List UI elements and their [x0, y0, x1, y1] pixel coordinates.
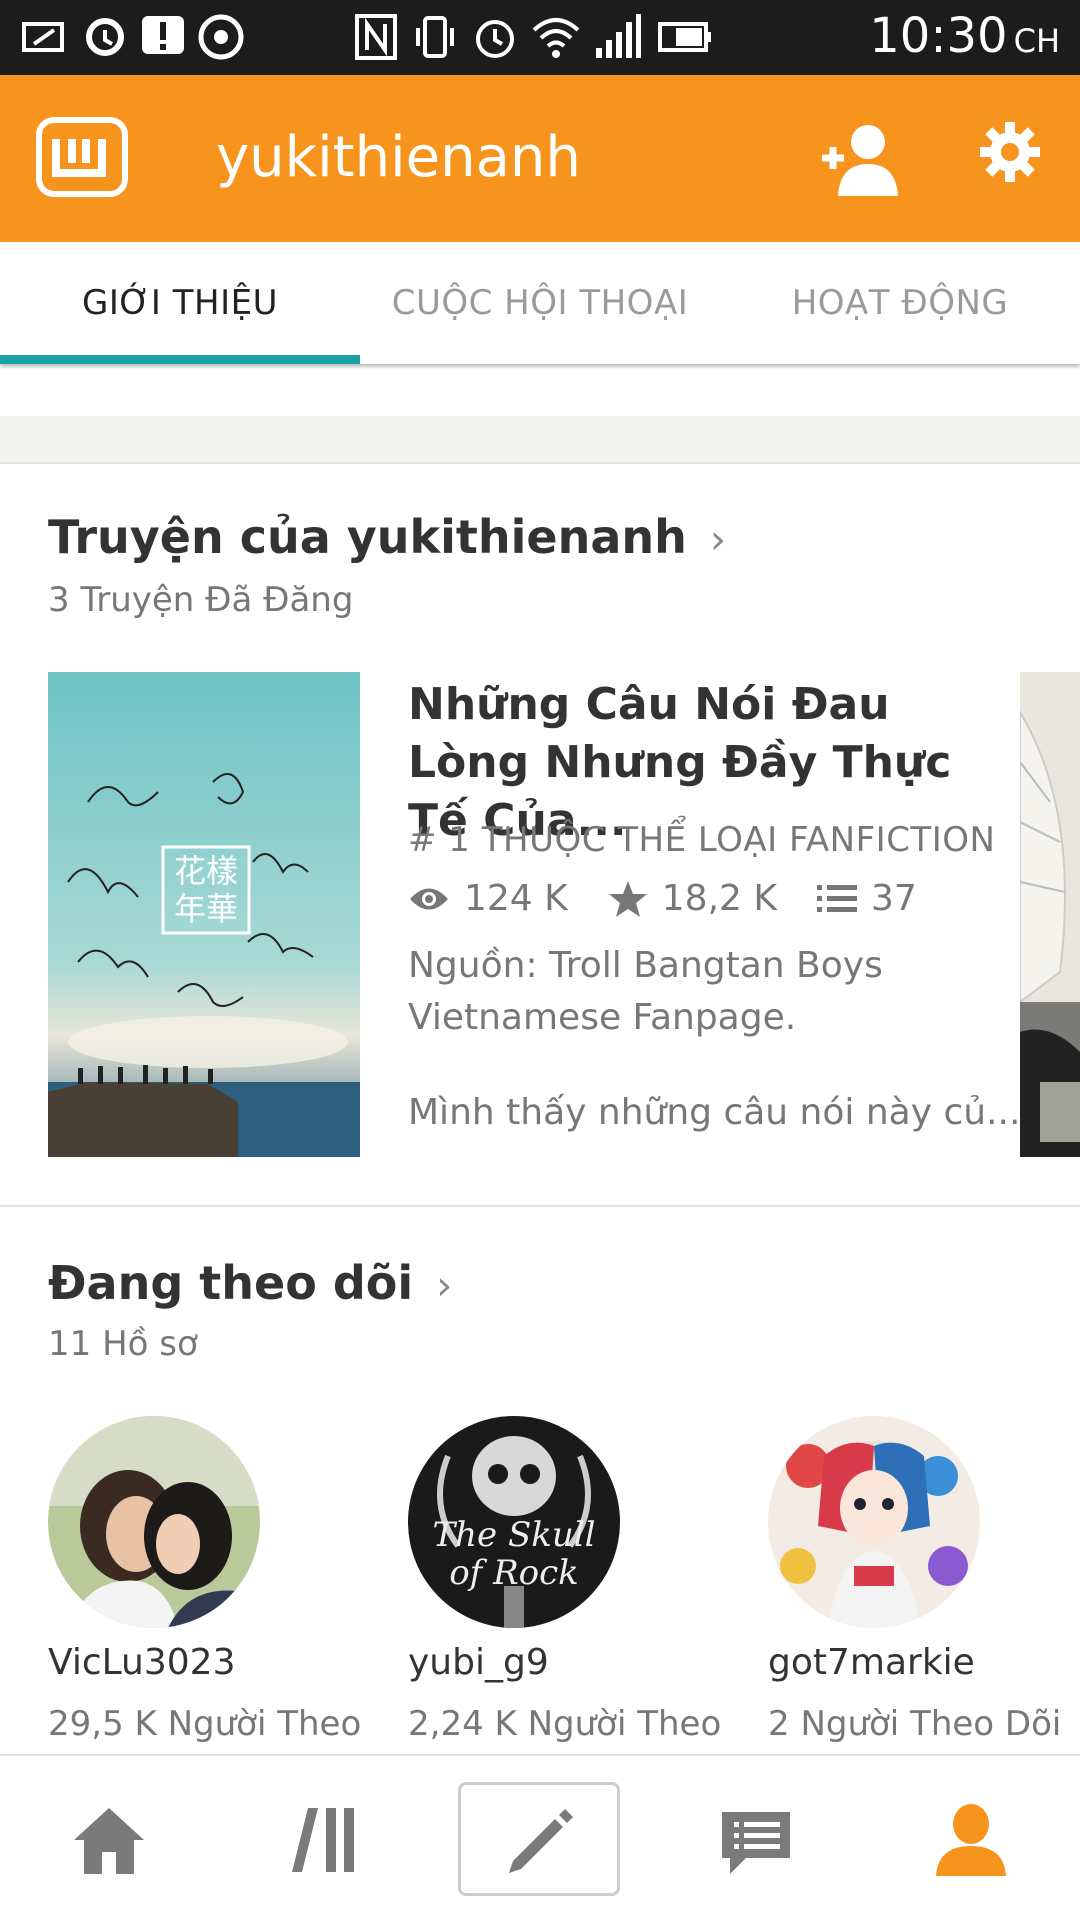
signal-icon	[596, 14, 641, 58]
chevron-right-icon: ›	[436, 1263, 453, 1309]
profile-icon[interactable]	[934, 1802, 1008, 1878]
settings-icon[interactable]	[978, 120, 1042, 184]
following-title: Đang theo dõi	[48, 1256, 414, 1310]
tab-activity[interactable]: HOẠT ĐỘNG	[720, 242, 1080, 364]
list-icon	[816, 884, 857, 912]
section-divider	[0, 1205, 1080, 1207]
bottom-navigation	[0, 1754, 1080, 1922]
chevron-right-icon: ›	[709, 517, 726, 563]
following-user-followers: 29,5 K Người Theo	[48, 1704, 362, 1744]
sync-icon	[86, 18, 124, 56]
battery-icon	[658, 22, 711, 52]
profile-username: yukithienanh	[216, 125, 581, 190]
wattpad-logo[interactable]	[36, 117, 128, 197]
following-user-name[interactable]: VicLu3023	[48, 1642, 236, 1683]
story-cover[interactable]: 花樣 年華	[48, 672, 360, 1157]
star-icon	[608, 880, 647, 917]
pencil-icon	[509, 1809, 573, 1873]
story-reads: 124 K	[464, 878, 568, 919]
avatar[interactable]	[48, 1416, 260, 1628]
stories-count: 3 Truyện Đã Đăng	[48, 580, 354, 620]
section-gap	[0, 416, 1080, 464]
alert-icon	[142, 16, 184, 54]
avatar[interactable]: The Skull of Rock	[408, 1416, 620, 1628]
following-count: 11 Hồ sơ	[48, 1324, 198, 1364]
cover-text: 花樣	[174, 852, 238, 890]
profile-tabs: GIỚI THIỆU CUỘC HỘI THOẠI HOẠT ĐỘNG	[0, 242, 1080, 364]
avatar[interactable]	[768, 1416, 980, 1628]
eye-icon	[410, 888, 448, 909]
write-button[interactable]	[458, 1782, 620, 1896]
following-user-followers: 2 Người Theo Dõi	[768, 1704, 1062, 1744]
story-rank: # 1 THUỘC THỂ LOẠI FANFICTION	[408, 820, 996, 860]
story-votes: 18,2 K	[661, 878, 777, 919]
home-icon[interactable]	[72, 1806, 146, 1876]
messages-icon[interactable]	[718, 1808, 794, 1878]
status-bar: 10:30 CH	[0, 0, 1080, 75]
story-description: Mình thấy những câu nói này củ...	[408, 1092, 1021, 1133]
next-story-cover[interactable]	[1019, 672, 1080, 1157]
vibrate-icon	[416, 16, 454, 58]
following-user-name[interactable]: got7markie	[768, 1642, 975, 1683]
library-icon[interactable]	[290, 1804, 360, 1876]
tab-conversations[interactable]: CUỘC HỘI THOẠI	[360, 242, 720, 364]
add-person-icon[interactable]	[818, 120, 902, 198]
story-parts: 37	[870, 878, 917, 919]
following-user-name[interactable]: yubi_g9	[408, 1642, 549, 1683]
active-tab-indicator	[0, 355, 360, 364]
following-user-followers: 2,24 K Người Theo	[408, 1704, 722, 1744]
stories-header[interactable]: Truyện của yukithienanh ›	[48, 510, 726, 564]
chrome-icon	[198, 14, 244, 60]
svg-text:年華: 年華	[174, 890, 238, 928]
wifi-icon	[532, 18, 580, 58]
following-header[interactable]: Đang theo dõi ›	[48, 1256, 452, 1310]
stories-title: Truyện của yukithienanh	[48, 510, 687, 564]
tab-about[interactable]: GIỚI THIỆU	[0, 242, 360, 364]
story-stats: 124 K 18,2 K 37	[408, 878, 957, 919]
status-time: 10:30 CH	[869, 8, 1060, 64]
nfc-icon	[355, 14, 397, 60]
alarm-icon	[476, 20, 514, 58]
svg-text:The Skull: The Skull	[432, 1515, 595, 1555]
story-source: Nguồn: Troll Bangtan Boys Vietnamese Fan…	[408, 945, 883, 1038]
battery-saver-icon	[22, 22, 64, 52]
app-bar: yukithienanh	[0, 75, 1080, 242]
